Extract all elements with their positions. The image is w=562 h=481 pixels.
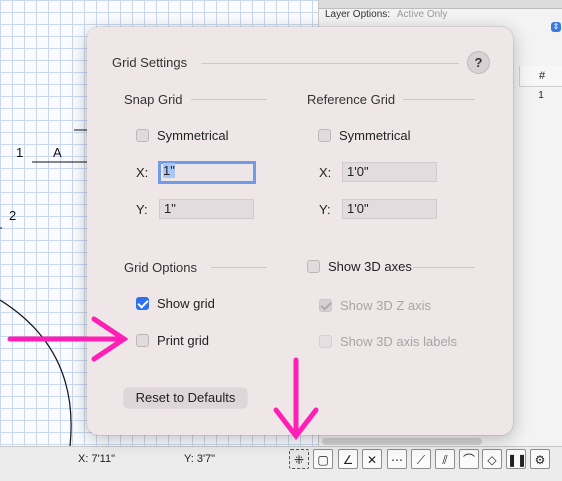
- snap-tangent-icon[interactable]: ⫽: [435, 449, 455, 469]
- row-label-1: 1: [16, 145, 24, 160]
- show-grid-label: Show grid: [157, 296, 215, 311]
- table-header-number[interactable]: #: [519, 66, 562, 87]
- snap-grid-divider: [191, 99, 267, 100]
- grid-snap-icon[interactable]: ⁜: [289, 449, 309, 469]
- reference-grid-heading: Reference Grid: [307, 92, 396, 107]
- show-3d-axes-checkbox[interactable]: Show 3D axes: [307, 259, 412, 274]
- snap-box-icon[interactable]: ▢: [313, 449, 333, 469]
- show-3d-z-axis-label: Show 3D Z axis: [340, 298, 432, 313]
- snap-symmetrical-label: Symmetrical: [157, 128, 229, 143]
- show-3d-axis-labels-label: Show 3D axis labels: [340, 334, 458, 349]
- show-3d-axes-label: Show 3D axes: [328, 259, 412, 274]
- grid-options-divider: [211, 267, 267, 268]
- print-grid-checkbox[interactable]: Print grid: [136, 333, 209, 348]
- layer-options-row[interactable]: Layer Options: Active Only: [325, 9, 562, 23]
- select-arrows-icon[interactable]: ⇕: [551, 22, 561, 32]
- dialog-title: Grid Settings: [112, 55, 188, 70]
- grid-options-heading: Grid Options: [124, 260, 197, 275]
- palette-toolbar: [319, 0, 562, 9]
- reference-y-label: Y:: [319, 202, 331, 217]
- status-bar: X: 7'11" Y: 3'7" ⁜ ▢ ∠ ✕ ⋯ ⟋ ⫽ ⌒ ◇ ❚❚ ⚙: [0, 438, 562, 481]
- snap-y-label: Y:: [136, 202, 148, 217]
- print-grid-label: Print grid: [157, 333, 210, 348]
- snap-intersection-icon[interactable]: ✕: [362, 449, 382, 469]
- show-grid-checkbox[interactable]: Show grid: [136, 296, 215, 311]
- help-button[interactable]: ?: [467, 51, 490, 74]
- grid-settings-dialog: Grid Settings ? Snap Grid Symmetrical X:…: [87, 27, 513, 435]
- snap-point-icon[interactable]: ⟋: [411, 449, 431, 469]
- reference-x-field[interactable]: 1'0": [342, 162, 437, 182]
- y-coordinate: Y: 3'7": [184, 453, 216, 465]
- checkbox-icon[interactable]: [318, 129, 331, 142]
- checkbox-icon[interactable]: [136, 334, 149, 347]
- gear-icon[interactable]: ⚙: [530, 449, 550, 469]
- show-3d-axis-labels-checkbox: Show 3D axis labels: [319, 334, 457, 349]
- row-label-2: 2: [9, 208, 17, 223]
- snap-surface-icon[interactable]: ◇: [482, 449, 502, 469]
- snap-x-field[interactable]: 1": [158, 161, 256, 184]
- checkbox-icon[interactable]: [136, 129, 149, 142]
- snap-arc-icon[interactable]: ⌒: [459, 449, 479, 469]
- reference-grid-divider: [403, 99, 475, 100]
- snap-x-value[interactable]: 1": [163, 163, 175, 178]
- table-cell-number: 1: [538, 90, 544, 101]
- snap-angle-icon[interactable]: ∠: [338, 449, 358, 469]
- checkbox-disabled-checked-icon: [319, 299, 332, 312]
- x-coordinate: X: 7'11": [78, 453, 115, 465]
- horizontal-scrollbar[interactable]: [322, 438, 482, 445]
- reference-symmetrical-checkbox[interactable]: Symmetrical: [318, 128, 411, 143]
- snap-x-label: X:: [136, 165, 149, 180]
- axes-divider: [413, 267, 475, 268]
- reference-symmetrical-label: Symmetrical: [339, 128, 411, 143]
- snap-y-field[interactable]: 1": [159, 199, 254, 219]
- reference-y-field[interactable]: 1'0": [342, 199, 437, 219]
- column-label-a: A: [53, 145, 62, 160]
- checkbox-icon[interactable]: [307, 260, 320, 273]
- reference-x-label: X:: [319, 165, 332, 180]
- snap-symmetrical-checkbox[interactable]: Symmetrical: [136, 128, 229, 143]
- show-3d-z-axis-checkbox: Show 3D Z axis: [319, 298, 431, 313]
- snap-grid-heading: Snap Grid: [124, 92, 183, 107]
- reset-to-defaults-button[interactable]: Reset to Defaults: [124, 388, 247, 408]
- checkbox-disabled-icon: [319, 335, 332, 348]
- snap-distance-icon[interactable]: ⋯: [387, 449, 407, 469]
- checkbox-checked-icon[interactable]: [136, 297, 149, 310]
- layer-options-value[interactable]: Active Only: [397, 9, 448, 20]
- pause-icon[interactable]: ❚❚: [506, 449, 527, 469]
- title-divider: [201, 63, 459, 64]
- layer-options-label: Layer Options:: [325, 9, 391, 20]
